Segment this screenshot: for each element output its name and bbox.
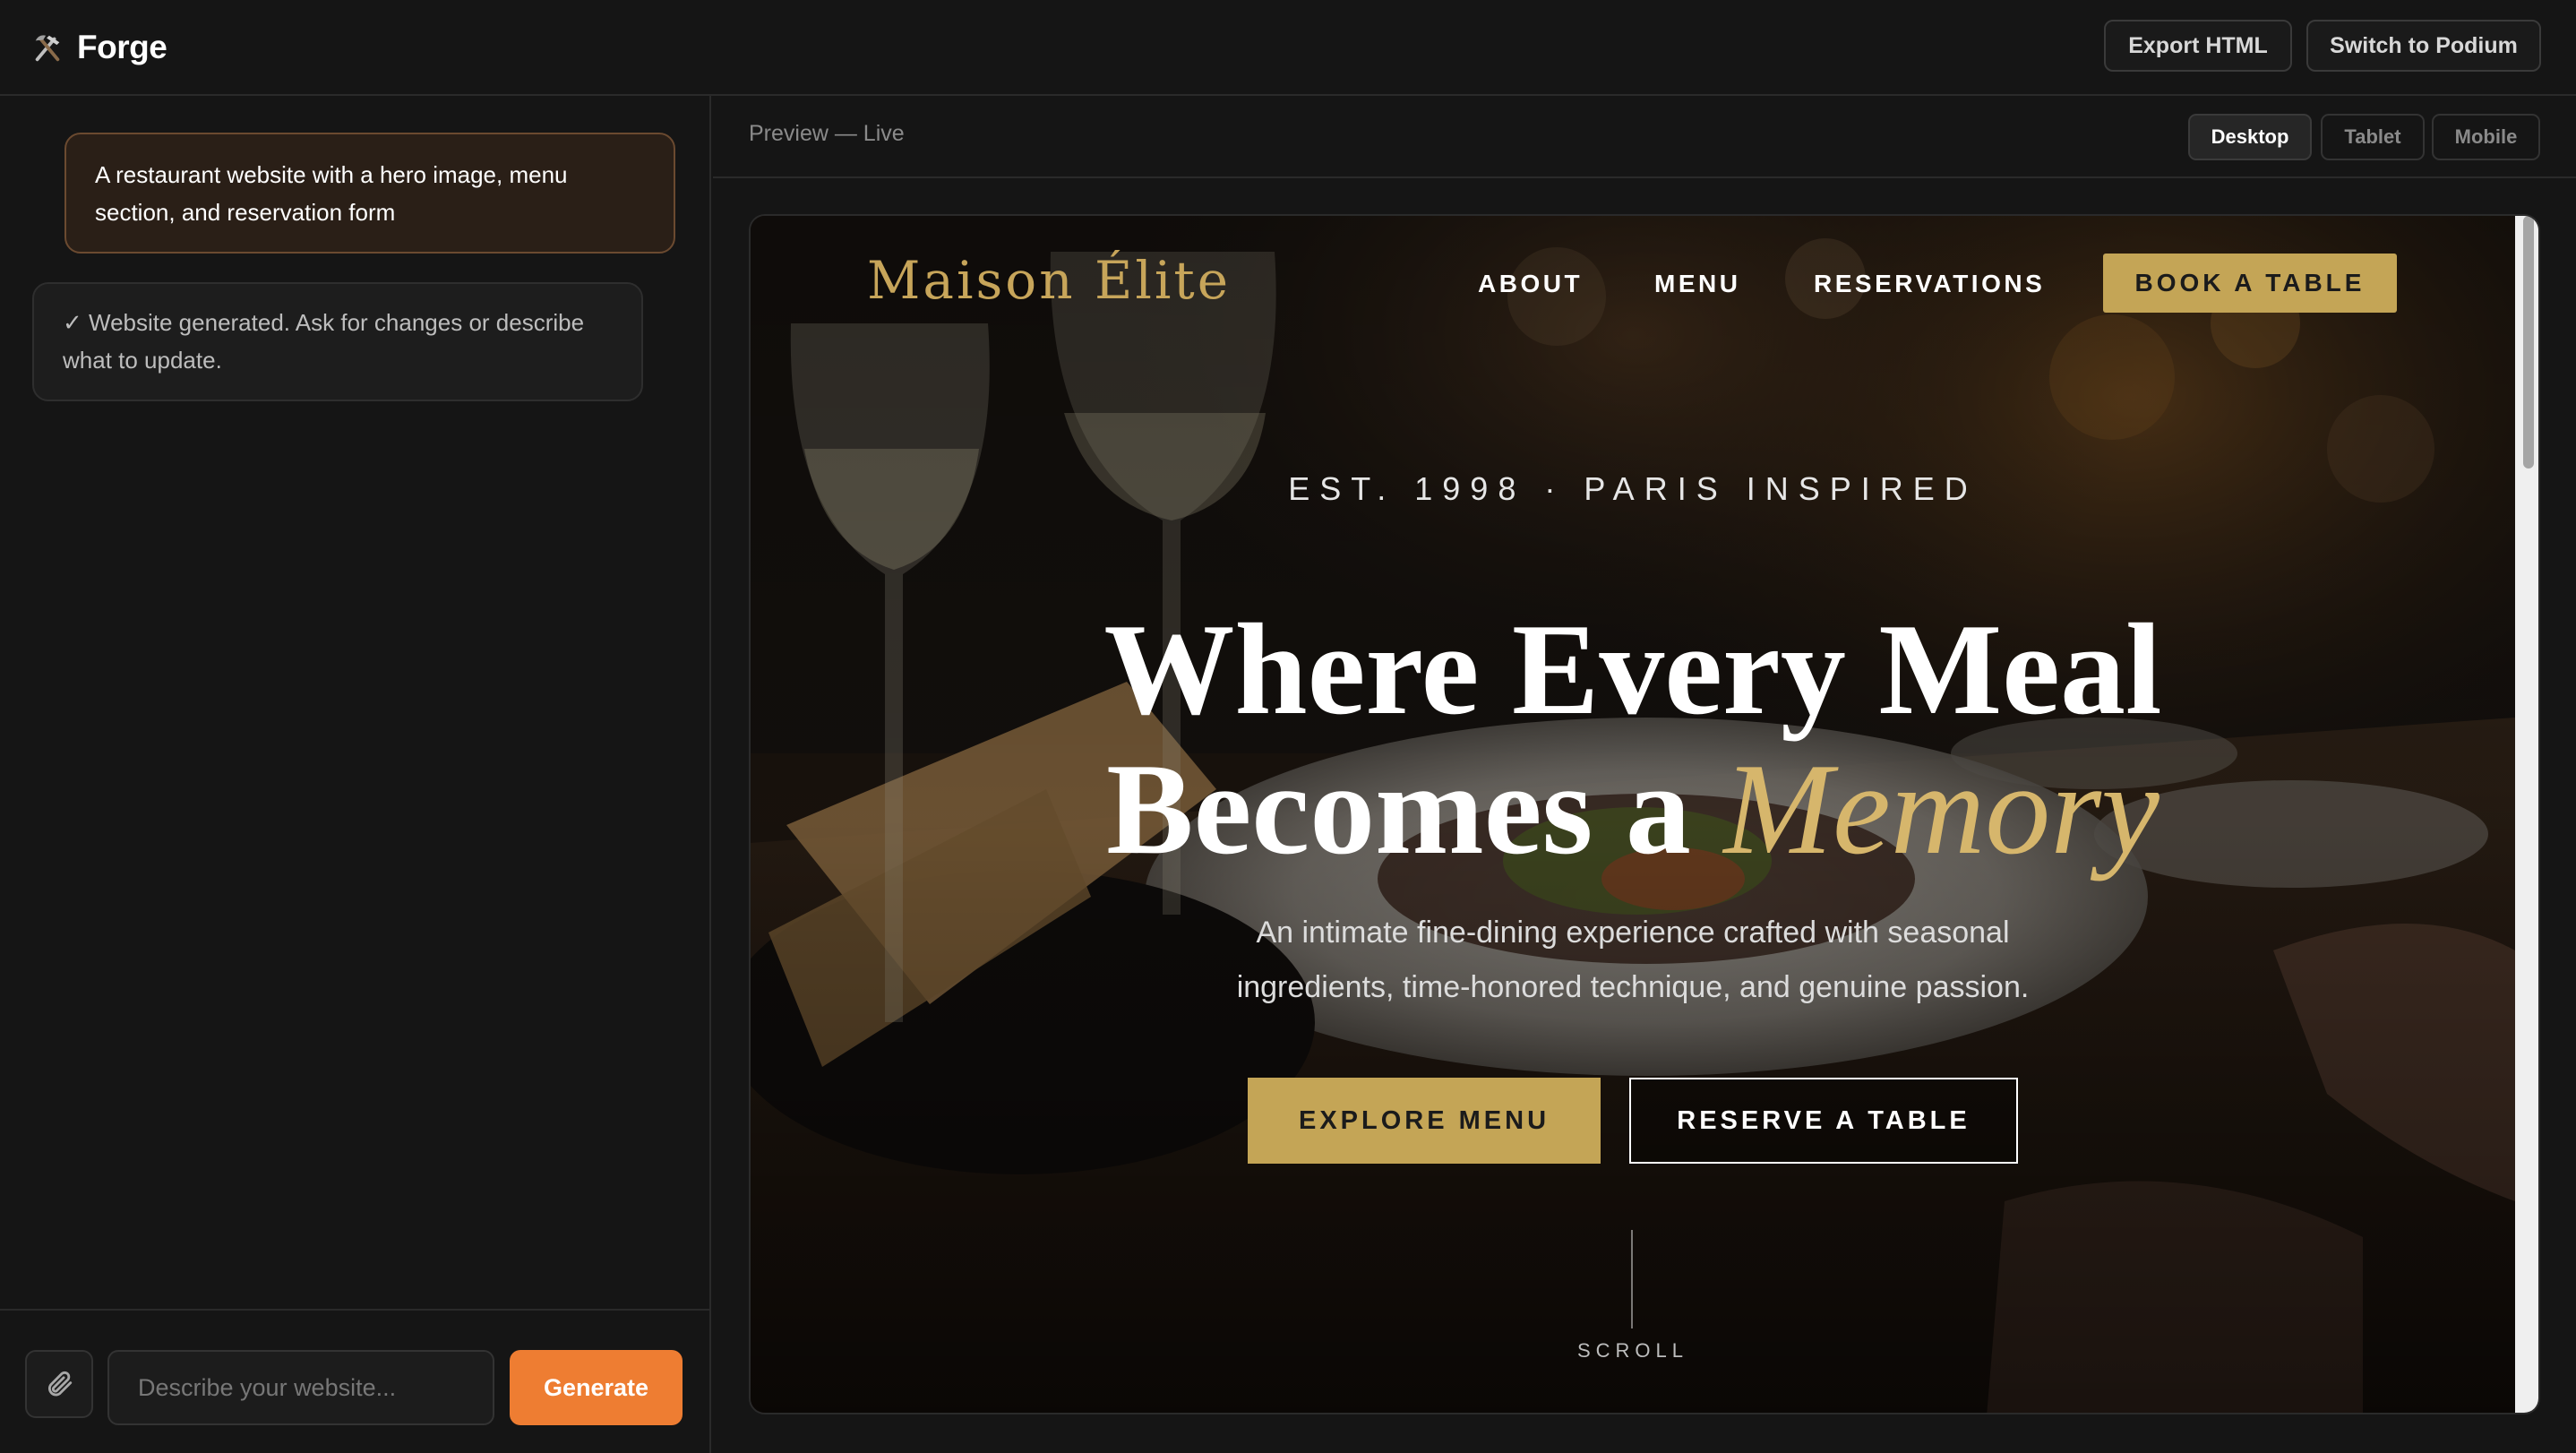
app-header: Forge Export HTML Switch to Podium [0,0,2576,96]
preview-toolbar: Preview — Live Desktop Tablet Mobile [713,96,2576,178]
reserve-a-table-button[interactable]: RESERVE A TABLE [1629,1078,2018,1164]
scroll-indicator-line [1631,1230,1633,1328]
app-name: Forge [77,29,167,65]
headline-line-2: Becomes a [1106,736,1724,881]
subtext-line-1: An intimate fine-dining experience craft… [1256,916,2010,950]
book-a-table-button[interactable]: BOOK A TABLE [2103,254,2397,313]
switch-to-podium-button[interactable]: Switch to Podium [2306,20,2541,72]
app-brand: Forge [30,25,167,70]
hero-eyebrow: EST. 1998 · PARIS INSPIRED [1288,470,1978,507]
composer: Generate [0,1309,711,1453]
site-logo[interactable]: Maison Élite [867,250,1231,311]
prompt-input[interactable] [107,1350,494,1425]
preview-frame: Maison Élite ABOUT MENU RESERVATIONS BOO… [749,214,2540,1414]
paperclip-icon [47,1371,73,1397]
explore-menu-button[interactable]: EXPLORE MENU [1248,1078,1601,1164]
attach-button[interactable] [25,1350,93,1418]
chat-panel: A restaurant website with a hero image, … [0,96,711,1453]
preview-status-label: Preview — Live [749,121,905,146]
export-html-button[interactable]: Export HTML [2104,20,2292,72]
hammer-pick-icon [35,35,60,62]
subtext-line-2: ingredients, time-honored technique, and… [1236,970,2030,1004]
hero-subtext: An intimate fine-dining experience craft… [751,906,2515,1015]
generate-button[interactable]: Generate [510,1350,683,1425]
assistant-message: ✓ Website generated. Ask for changes or … [32,282,643,401]
headline-line-1: Where Every Meal [1103,597,2162,742]
preview-panel: Preview — Live Desktop Tablet Mobile Mai… [713,96,2576,1453]
preview-scrollbar-thumb[interactable] [2523,216,2534,469]
view-desktop-button[interactable]: Desktop [2188,114,2312,160]
user-message: A restaurant website with a hero image, … [64,133,675,254]
headline-accent-word: Memory [1723,736,2160,881]
site-nav-reservations[interactable]: RESERVATIONS [1814,270,2045,298]
scroll-indicator-label: SCROLL [1576,1339,1689,1362]
site-hero: Maison Élite ABOUT MENU RESERVATIONS BOO… [751,216,2515,1413]
hero-headline: Where Every Meal Becomes a Memory [751,599,2515,879]
site-nav-menu[interactable]: MENU [1654,270,1740,298]
view-tablet-button[interactable]: Tablet [2321,114,2425,160]
view-mobile-button[interactable]: Mobile [2432,114,2540,160]
site-nav-about[interactable]: ABOUT [1478,270,1583,298]
